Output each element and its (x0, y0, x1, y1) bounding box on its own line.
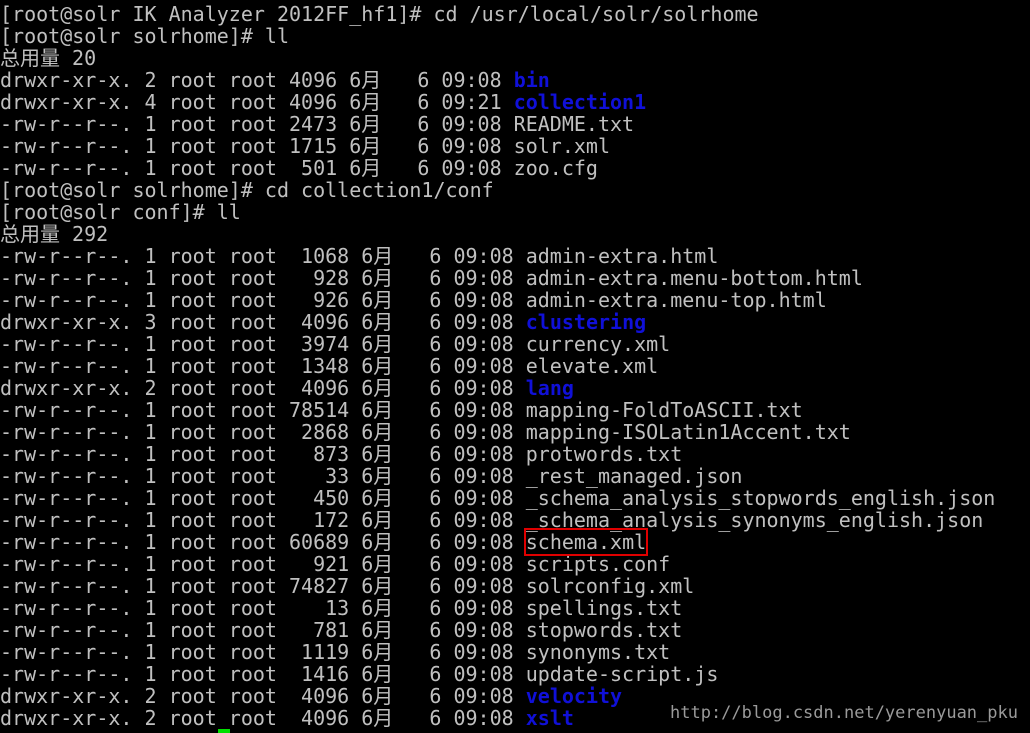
terminal-line: drwxr-xr-x. 3 root root 4096 6月 6 09:08 … (0, 311, 1030, 333)
directory-name: xslt (525, 706, 574, 730)
terminal-line: -rw-r--r--. 1 root root 921 6月 6 09:08 s… (0, 553, 1030, 575)
line-text: [root@solr solrhome]# cd collection1/con… (0, 178, 494, 202)
line-text: -rw-r--r--. 1 root root 74827 6月 6 09:08… (0, 574, 695, 598)
line-text: drwxr-xr-x. 2 root root 4096 6月 6 09:08 (0, 706, 526, 730)
terminal-line: -rw-r--r--. 1 root root 501 6月 6 09:08 z… (0, 157, 1030, 179)
terminal-line: [root@solr IK Analyzer 2012FF_hf1]# cd /… (0, 3, 1030, 25)
terminal-line: [root@solr conf]# ll (0, 201, 1030, 223)
terminal-line: -rw-r--r--. 1 root root 74827 6月 6 09:08… (0, 575, 1030, 597)
terminal-output[interactable]: [root@solr IK Analyzer 2012FF_hf1]# cd /… (0, 0, 1030, 733)
terminal-line: -rw-r--r--. 1 root root 1416 6月 6 09:08 … (0, 663, 1030, 685)
line-text: [root@solr solrhome]# ll (0, 24, 289, 48)
terminal-line: -rw-r--r--. 1 root root 2868 6月 6 09:08 … (0, 421, 1030, 443)
terminal-line: [root@solr solrhome]# ll (0, 25, 1030, 47)
line-text: drwxr-xr-x. 2 root root 4096 6月 6 09:08 (0, 684, 526, 708)
terminal-line: 总用量 20 (0, 47, 1030, 69)
line-text: -rw-r--r--. 1 root root 1715 6月 6 09:08 … (0, 134, 611, 158)
terminal-line: -rw-r--r--. 1 root root 450 6月 6 09:08 _… (0, 487, 1030, 509)
line-text: -rw-r--r--. 1 root root 1348 6月 6 09:08 … (0, 354, 659, 378)
terminal-line: -rw-r--r--. 1 root root 1068 6月 6 09:08 … (0, 245, 1030, 267)
directory-name: clustering (525, 310, 647, 334)
line-text: 总用量 292 (0, 222, 109, 246)
terminal-line: [root@solr solrhome]# cd collection1/con… (0, 179, 1030, 201)
terminal-line: -rw-r--r--. 1 root root 78514 6月 6 09:08… (0, 399, 1030, 421)
line-text: -rw-r--r--. 1 root root 501 6月 6 09:08 z… (0, 156, 598, 180)
terminal-line: drwxr-xr-x. 4 root root 4096 6月 6 09:21 … (0, 91, 1030, 113)
terminal-line: -rw-r--r--. 1 root root 873 6月 6 09:08 p… (0, 443, 1030, 465)
directory-name: lang (525, 376, 574, 400)
highlighted-filename: schema.xml (523, 528, 649, 556)
line-text: -rw-r--r--. 1 root root 33 6月 6 09:08 _r… (0, 464, 743, 488)
line-text: -rw-r--r--. 1 root root 928 6月 6 09:08 a… (0, 266, 863, 290)
terminal-line: -rw-r--r--. 1 root root 1715 6月 6 09:08 … (0, 135, 1030, 157)
terminal-line: -rw-r--r--. 1 root root 33 6月 6 09:08 _r… (0, 465, 1030, 487)
terminal-line: -rw-r--r--. 1 root root 13 6月 6 09:08 sp… (0, 597, 1030, 619)
terminal-line: -rw-r--r--. 1 root root 926 6月 6 09:08 a… (0, 289, 1030, 311)
terminal-line: -rw-r--r--. 1 root root 1348 6月 6 09:08 … (0, 355, 1030, 377)
terminal-line: -rw-r--r--. 1 root root 928 6月 6 09:08 a… (0, 267, 1030, 289)
line-text: -rw-r--r--. 1 root root 2473 6月 6 09:08 … (0, 112, 635, 136)
directory-name: bin (513, 68, 550, 92)
line-text: -rw-r--r--. 1 root root 78514 6月 6 09:08… (0, 398, 803, 422)
terminal-line: drwxr-xr-x. 2 root root 4096 6月 6 09:08 … (0, 377, 1030, 399)
terminal-line: -rw-r--r--. 1 root root 781 6月 6 09:08 s… (0, 619, 1030, 641)
line-text: -rw-r--r--. 1 root root 781 6月 6 09:08 s… (0, 618, 683, 642)
terminal-line: drwxr-xr-x. 2 root root 4096 6月 6 09:08 … (0, 69, 1030, 91)
line-text: drwxr-xr-x. 2 root root 4096 6月 6 09:08 (0, 376, 526, 400)
directory-name: velocity (525, 684, 623, 708)
terminal-line: -rw-r--r--. 1 root root 1119 6月 6 09:08 … (0, 641, 1030, 663)
watermark: http://blog.csdn.net/yerenyuan_pku (670, 703, 1018, 723)
line-text: -rw-r--r--. 1 root root 873 6月 6 09:08 p… (0, 442, 683, 466)
line-text: -rw-r--r--. 1 root root 3974 6月 6 09:08 … (0, 332, 671, 356)
terminal-line: -rw-r--r--. 1 root root 3974 6月 6 09:08 … (0, 333, 1030, 355)
line-text: -rw-r--r--. 1 root root 450 6月 6 09:08 _… (0, 486, 996, 510)
text-cursor (218, 729, 230, 733)
line-text: -rw-r--r--. 1 root root 60689 6月 6 09:08 (0, 530, 526, 554)
line-text: -rw-r--r--. 1 root root 1416 6月 6 09:08 … (0, 662, 719, 686)
line-text: drwxr-xr-x. 2 root root 4096 6月 6 09:08 (0, 68, 514, 92)
directory-name: collection1 (513, 90, 647, 114)
terminal-line: -rw-r--r--. 1 root root 172 6月 6 09:08 _… (0, 509, 1030, 531)
line-text: -rw-r--r--. 1 root root 13 6月 6 09:08 sp… (0, 596, 683, 620)
line-text: -rw-r--r--. 1 root root 172 6月 6 09:08 _… (0, 508, 984, 532)
line-text: [root@solr conf]# ll (0, 200, 241, 224)
line-text: drwxr-xr-x. 3 root root 4096 6月 6 09:08 (0, 310, 526, 334)
line-text: -rw-r--r--. 1 root root 921 6月 6 09:08 s… (0, 552, 671, 576)
terminal-line: 总用量 292 (0, 223, 1030, 245)
terminal-line: -rw-r--r--. 1 root root 60689 6月 6 09:08… (0, 528, 1030, 556)
line-text: 总用量 20 (0, 46, 97, 70)
line-text: -rw-r--r--. 1 root root 2868 6月 6 09:08 … (0, 420, 851, 444)
line-text: -rw-r--r--. 1 root root 1068 6月 6 09:08 … (0, 244, 719, 268)
line-text: -rw-r--r--. 1 root root 1119 6月 6 09:08 … (0, 640, 671, 664)
line-text: -rw-r--r--. 1 root root 926 6月 6 09:08 a… (0, 288, 827, 312)
terminal-line: -rw-r--r--. 1 root root 2473 6月 6 09:08 … (0, 113, 1030, 135)
line-text: drwxr-xr-x. 4 root root 4096 6月 6 09:21 (0, 90, 514, 114)
line-text: [root@solr IK Analyzer 2012FF_hf1]# cd /… (0, 2, 759, 26)
